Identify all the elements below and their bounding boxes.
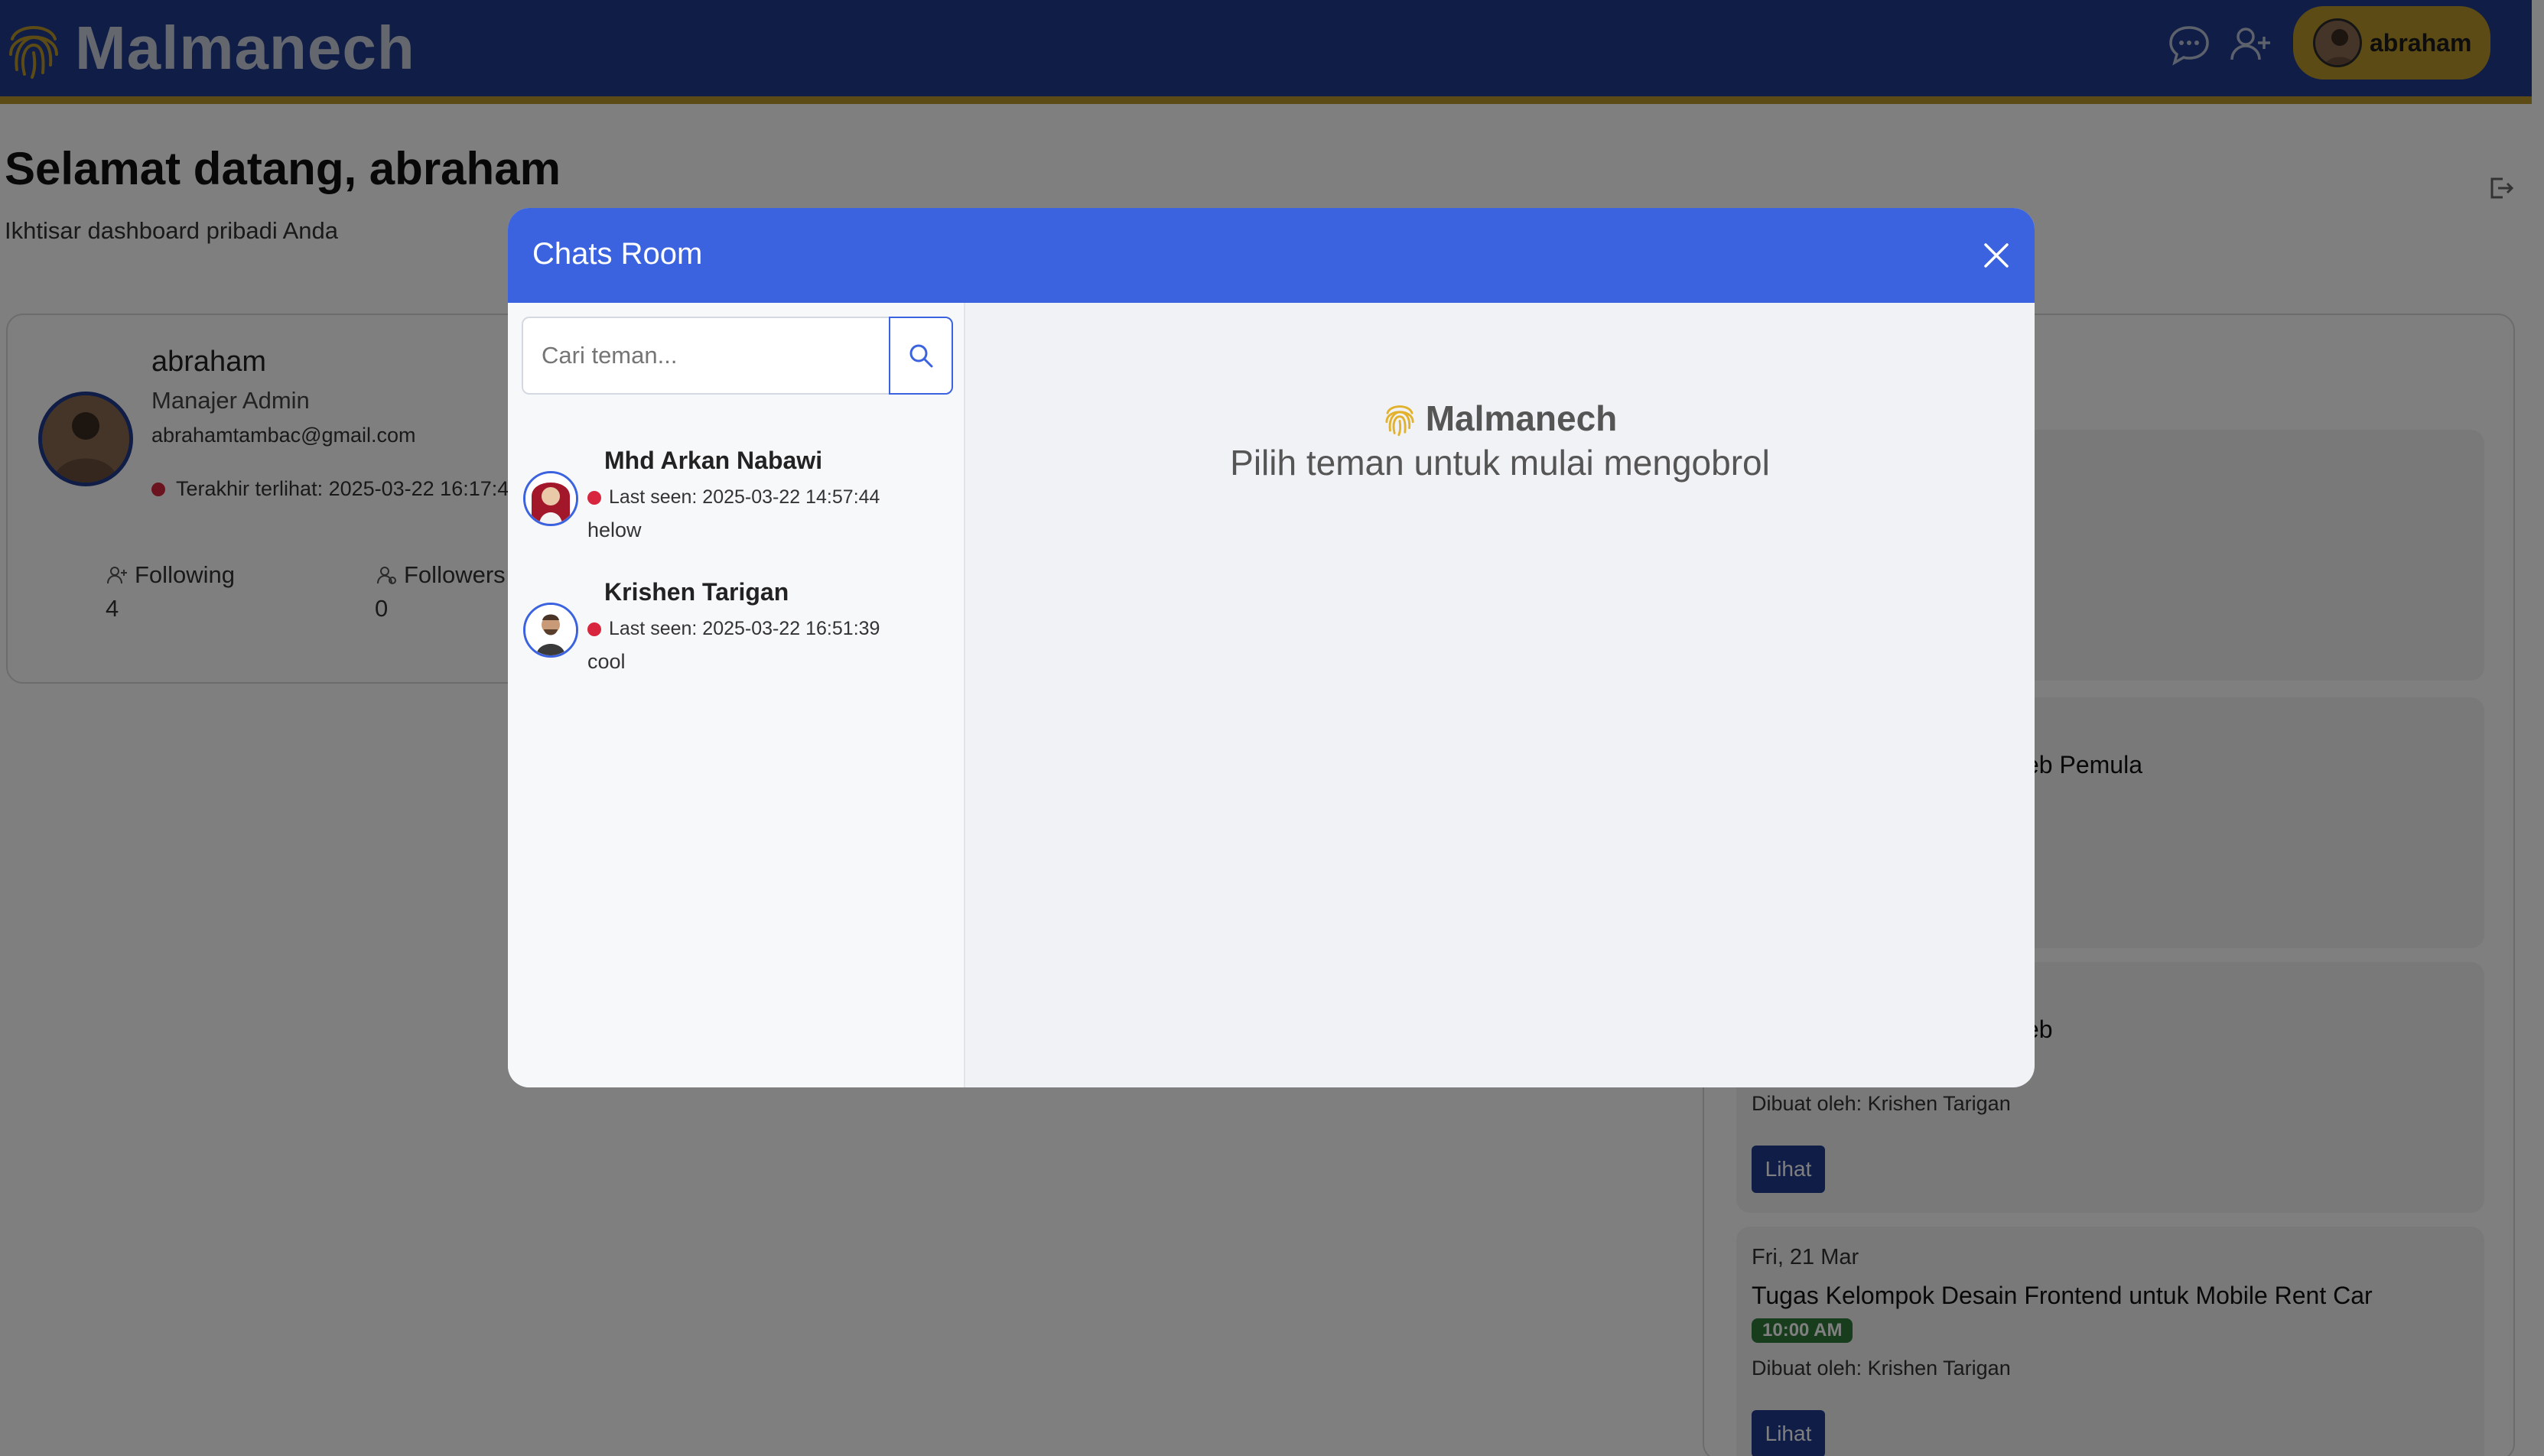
friend-last-seen-text: Last seen: 2025-03-22 14:57:44 [609, 486, 880, 508]
friend-last-seen: Last seen: 2025-03-22 16:51:39 [587, 618, 880, 640]
fingerprint-icon [1385, 405, 1414, 437]
search-input[interactable] [522, 317, 890, 395]
offline-status-dot [587, 622, 601, 636]
chat-empty-prompt: Pilih teman untuk mulai mengobrol [1230, 443, 1770, 483]
avatar [523, 471, 578, 526]
chat-modal: Chats Room Mhd Arkan Nabawi Last seen: 2… [508, 208, 2035, 1087]
friend-last-seen: Last seen: 2025-03-22 14:57:44 [587, 486, 880, 509]
friend-last-message: helow [587, 518, 642, 541]
chat-empty-state: Malmanech Pilih teman untuk mulai mengob… [965, 303, 2035, 1087]
friend-last-message: cool [587, 650, 626, 673]
friend-name: Krishen Tarigan [604, 578, 789, 606]
chat-brand: Malmanech [965, 398, 2035, 439]
friend-name: Mhd Arkan Nabawi [604, 447, 823, 474]
search-button[interactable] [889, 317, 953, 395]
chat-brand-name: Malmanech [1425, 398, 1618, 438]
offline-status-dot [587, 490, 601, 505]
friend-last-seen-text: Last seen: 2025-03-22 16:51:39 [609, 618, 880, 639]
modal-header: Chats Room [508, 208, 2035, 303]
friend-search [522, 317, 953, 395]
friends-sidebar: Mhd Arkan Nabawi Last seen: 2025-03-22 1… [508, 303, 965, 1087]
close-icon[interactable] [1980, 239, 2013, 272]
modal-title: Chats Room [532, 237, 703, 271]
friend-list-item[interactable]: Krishen Tarigan Last seen: 2025-03-22 16… [508, 572, 965, 700]
avatar [523, 603, 578, 658]
search-icon [909, 344, 933, 368]
friend-list-item[interactable]: Mhd Arkan Nabawi Last seen: 2025-03-22 1… [508, 440, 965, 569]
